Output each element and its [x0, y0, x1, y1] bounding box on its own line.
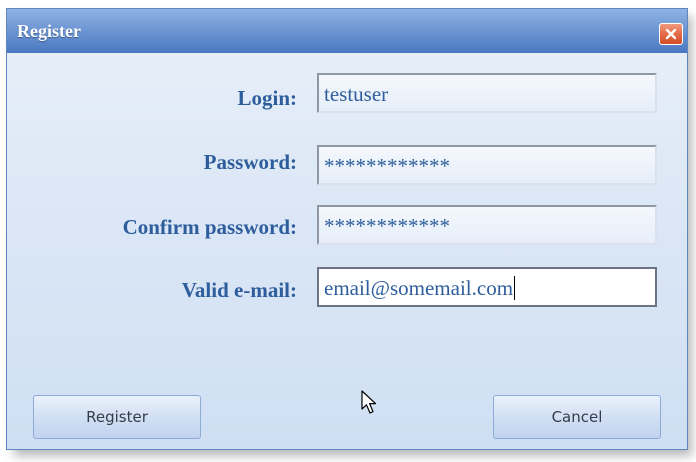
login-field[interactable]: testuser [317, 73, 657, 113]
password-label: Password: [203, 150, 297, 174]
confirm-password-field[interactable]: ************ [317, 205, 657, 245]
login-label: Login: [237, 86, 297, 110]
screenshot-stage: Register Login: testuser Password: *****… [0, 0, 696, 462]
window-title: Register [17, 21, 81, 41]
titlebar[interactable]: Register [7, 9, 687, 53]
text-caret [514, 276, 516, 300]
close-icon [665, 28, 677, 40]
confirm-password-label: Confirm password: [122, 215, 297, 239]
register-dialog: Register Login: testuser Password: *****… [6, 8, 688, 450]
password-field[interactable]: ************ [317, 145, 657, 185]
cancel-button[interactable]: Cancel [493, 395, 661, 439]
close-button[interactable] [659, 23, 683, 45]
register-button[interactable]: Register [33, 395, 201, 439]
email-value: email@somemail.com [324, 276, 514, 300]
email-label: Valid e-mail: [181, 278, 297, 302]
email-field[interactable]: email@somemail.com [317, 267, 657, 307]
mouse-pointer-icon [361, 390, 377, 421]
